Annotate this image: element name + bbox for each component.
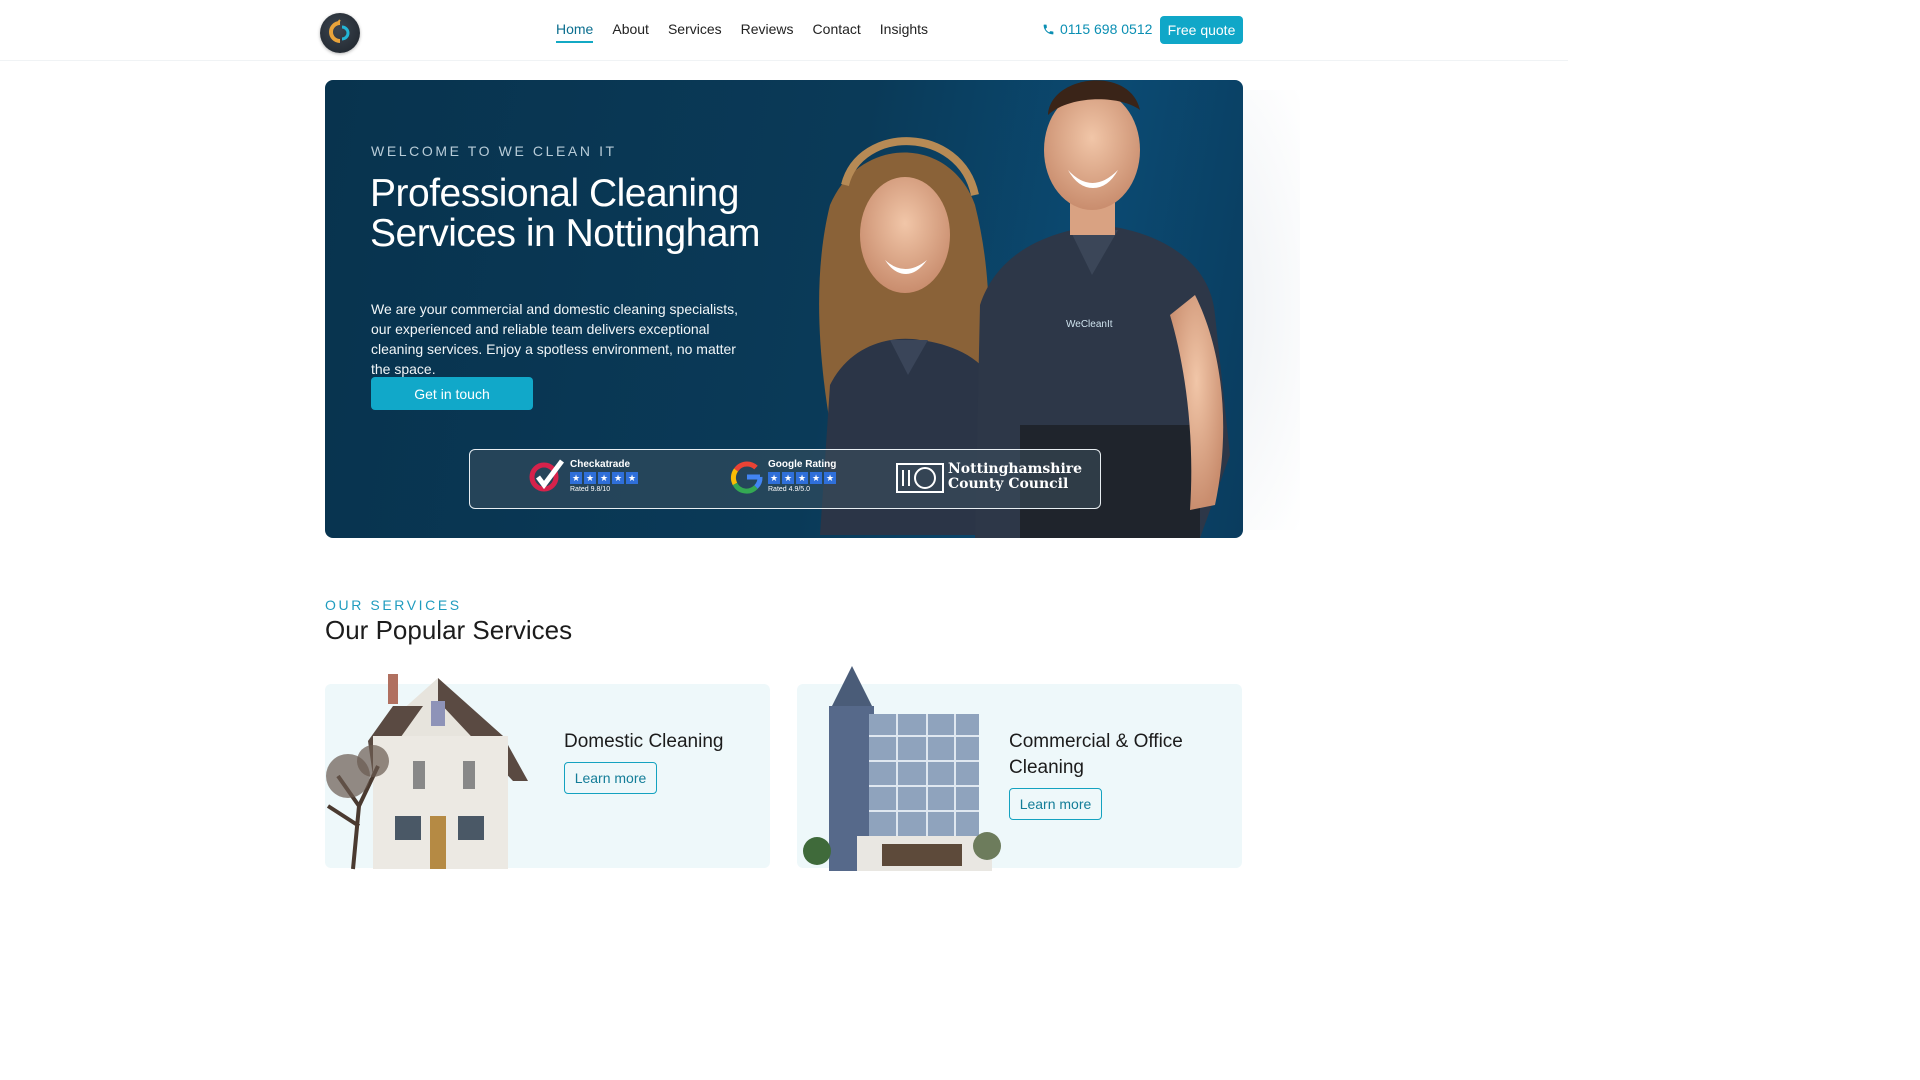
nav-home[interactable]: Home bbox=[556, 21, 594, 43]
card-title-commercial: Commercial & Office Cleaning bbox=[1009, 731, 1183, 778]
google-icon bbox=[730, 461, 763, 494]
checkatrade-icon bbox=[529, 459, 564, 492]
google-score: Rated 4.9/5.0 bbox=[768, 486, 811, 493]
site-header: Home About Services Reviews Contact Insi… bbox=[0, 0, 1568, 61]
star-icon: ★ bbox=[782, 472, 794, 484]
star-icon: ★ bbox=[824, 472, 836, 484]
phone-link[interactable]: 0115 698 0512 bbox=[1042, 21, 1152, 37]
services-title: Our Popular Services bbox=[325, 615, 573, 645]
council-crest-icon bbox=[896, 463, 944, 493]
learn-more-commercial-button[interactable]: Learn more bbox=[1009, 788, 1102, 820]
shirt-logo: WeCleanIt bbox=[1066, 319, 1113, 330]
free-quote-button[interactable]: Free quote bbox=[1160, 16, 1243, 44]
hero-title: Professional Cleaning Services in Nottin… bbox=[370, 172, 761, 255]
star-icon: ★ bbox=[598, 472, 610, 484]
get-in-touch-button[interactable]: Get in touch bbox=[371, 377, 533, 410]
nav-reviews[interactable]: Reviews bbox=[741, 21, 794, 43]
star-icon: ★ bbox=[796, 472, 808, 484]
nav-insights[interactable]: Insights bbox=[880, 21, 928, 43]
nav-contact[interactable]: Contact bbox=[813, 21, 861, 43]
phone-number: 0115 698 0512 bbox=[1060, 21, 1153, 37]
checkatrade-stars: ★ ★ ★ ★ ★ bbox=[570, 472, 660, 484]
star-icon: ★ bbox=[768, 472, 780, 484]
office-building-image bbox=[803, 666, 1001, 871]
logo-mark-icon bbox=[329, 19, 350, 43]
star-icon: ★ bbox=[810, 472, 822, 484]
rating-strip: Checkatrade ★ ★ ★ ★ ★ Rated 9.8/10 Googl… bbox=[469, 449, 1101, 509]
main-nav: Home About Services Reviews Contact Insi… bbox=[556, 21, 928, 43]
nav-services[interactable]: Services bbox=[668, 21, 722, 43]
hero-eyebrow: WELCOME TO WE CLEAN IT bbox=[371, 143, 617, 159]
house-image bbox=[326, 674, 528, 870]
services-eyebrow: OUR SERVICES bbox=[325, 597, 462, 613]
council-line2: County Council bbox=[948, 476, 1069, 492]
phone-icon bbox=[1043, 24, 1054, 34]
service-card-commercial[interactable]: Commercial & Office Cleaning Learn more bbox=[797, 666, 1242, 871]
card-title-domestic: Domestic Cleaning bbox=[564, 731, 724, 752]
nav-about[interactable]: About bbox=[612, 21, 649, 43]
star-icon: ★ bbox=[570, 472, 582, 484]
google-stars: ★ ★ ★ ★ ★ bbox=[768, 472, 858, 484]
star-icon: ★ bbox=[626, 472, 638, 484]
service-card-domestic[interactable]: Domestic Cleaning Learn more bbox=[325, 674, 770, 870]
checkatrade-score: Rated 9.8/10 bbox=[570, 486, 611, 493]
council-line1: Nottinghamshire bbox=[948, 461, 1083, 477]
hero-banner: WELCOME TO WE CLEAN IT Professional Clea… bbox=[325, 80, 1243, 538]
checkatrade-name: Checkatrade bbox=[570, 459, 631, 470]
google-name: Google Rating bbox=[768, 459, 837, 470]
hero-description: We are your commercial and domestic clea… bbox=[371, 301, 739, 377]
logo[interactable] bbox=[320, 13, 360, 53]
learn-more-domestic-button[interactable]: Learn more bbox=[564, 762, 657, 794]
council-logo[interactable]: Nottinghamshire County Council bbox=[948, 462, 1082, 492]
star-icon: ★ bbox=[584, 472, 596, 484]
star-icon: ★ bbox=[612, 472, 624, 484]
